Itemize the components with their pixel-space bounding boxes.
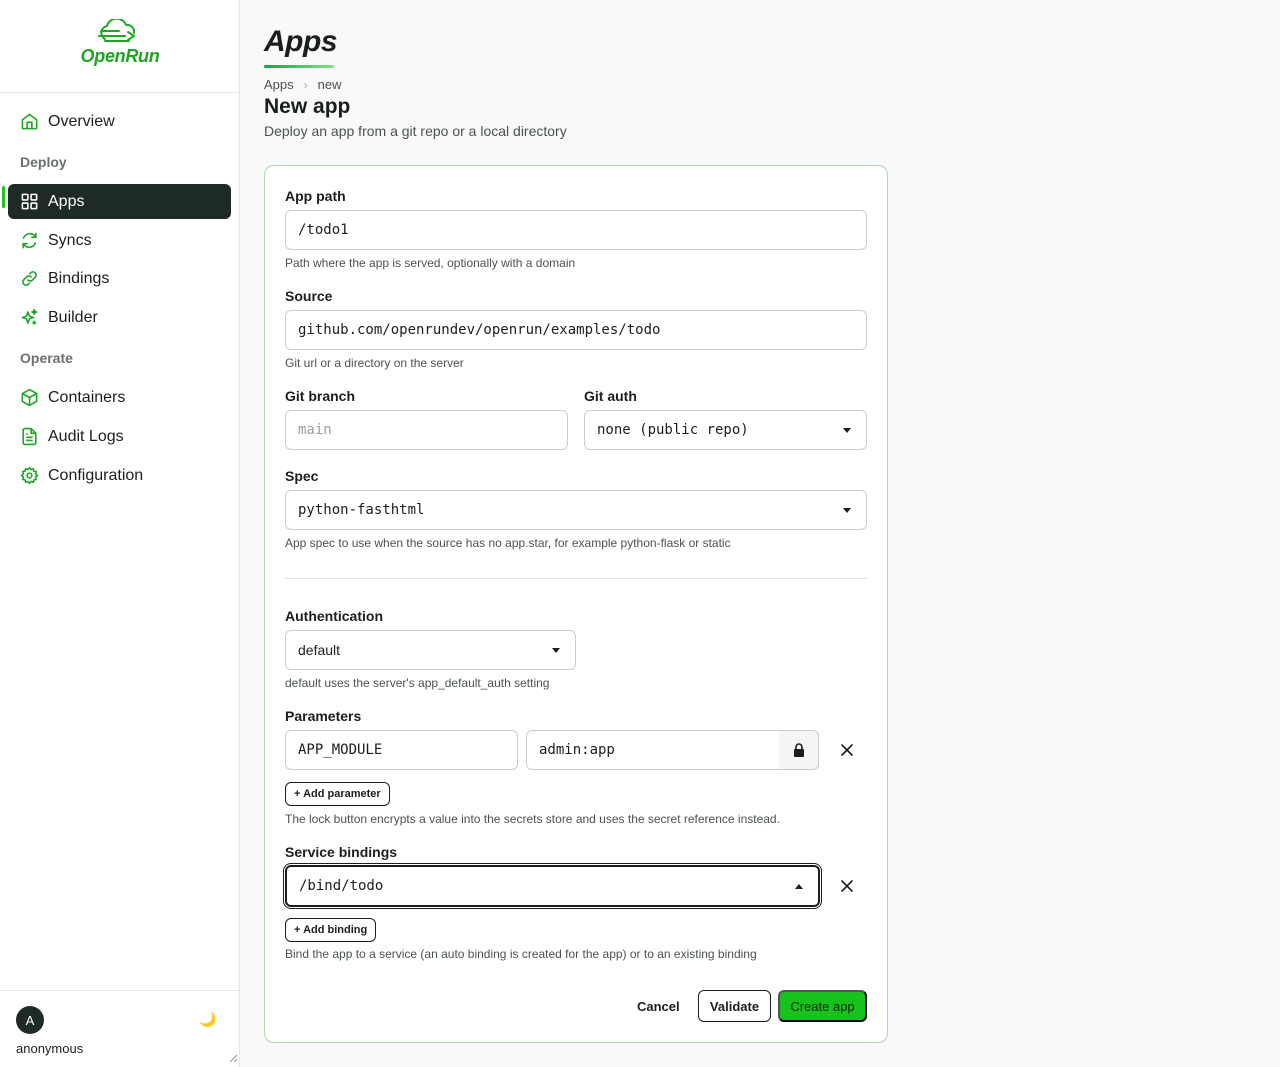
source-label: Source <box>285 288 333 304</box>
parameters-label: Parameters <box>285 708 362 724</box>
spec-hint: App spec to use when the source has no a… <box>285 536 731 550</box>
authentication-value: default <box>298 642 341 658</box>
source-input[interactable]: github.com/openrundev/openrun/examples/t… <box>285 310 867 350</box>
sidebar: OpenRun Overview Deploy Apps Syncs Bindi… <box>0 0 240 1067</box>
spec-select[interactable]: python-fasthtml <box>285 490 867 530</box>
validate-button[interactable]: Validate <box>698 990 771 1022</box>
spec-label: Spec <box>285 468 319 484</box>
caret-down-icon <box>552 648 560 653</box>
nav-item-apps[interactable]: Apps <box>8 184 231 219</box>
create-app-button[interactable]: Create app <box>778 990 867 1022</box>
caret-down-icon <box>843 428 851 433</box>
grid-icon <box>21 193 38 210</box>
resize-grip-icon[interactable] <box>228 1053 238 1063</box>
nav-label: Containers <box>48 388 126 406</box>
authentication-select[interactable]: default <box>285 630 576 670</box>
nav-label: Bindings <box>48 269 110 287</box>
gear-icon <box>20 466 39 485</box>
cancel-button[interactable]: Cancel <box>625 990 692 1022</box>
nav-section-deploy: Deploy <box>20 154 67 170</box>
service-binding-value: /bind/todo <box>299 878 384 894</box>
nav-item-containers[interactable]: Containers <box>8 380 231 415</box>
spec-value: python-fasthtml <box>298 502 425 518</box>
brand-name[interactable]: OpenRun <box>0 46 240 67</box>
nav-item-syncs[interactable]: Syncs <box>8 223 231 258</box>
username: anonymous <box>16 1041 84 1056</box>
user-panel: A anonymous 🌙 <box>0 990 240 1067</box>
caret-up-icon <box>795 884 803 889</box>
nav-section-operate: Operate <box>20 350 73 366</box>
title-underline <box>264 65 334 68</box>
close-icon <box>841 880 853 892</box>
avatar[interactable]: A <box>16 1006 44 1034</box>
breadcrumb-link-apps[interactable]: Apps <box>264 77 294 92</box>
home-icon <box>21 113 38 130</box>
service-binding-select[interactable]: /bind/todo <box>285 865 820 907</box>
lock-icon <box>793 743 804 757</box>
moon-icon[interactable]: 🌙 <box>199 1011 216 1028</box>
service-bindings-hint: Bind the app to a service (an auto bindi… <box>285 947 757 961</box>
authentication-hint: default uses the server's app_default_au… <box>285 676 550 690</box>
parameter-value-input[interactable]: admin:app <box>526 730 780 770</box>
parameters-hint: The lock button encrypts a value into th… <box>285 812 780 826</box>
nav-label: Configuration <box>48 466 144 484</box>
git-branch-label: Git branch <box>285 388 356 404</box>
file-text-icon <box>22 427 37 446</box>
refresh-icon <box>22 232 37 249</box>
cube-icon <box>21 388 38 407</box>
active-indicator <box>2 186 5 208</box>
parameter-key-input[interactable]: APP_MODULE <box>285 730 518 770</box>
page-title: Apps <box>264 25 338 58</box>
nav-label: Syncs <box>48 231 92 249</box>
app-path-label: App path <box>285 188 346 204</box>
divider <box>285 578 867 579</box>
caret-down-icon <box>843 508 851 513</box>
nav-label: Builder <box>48 308 98 326</box>
authentication-label: Authentication <box>285 608 383 624</box>
chevron-right-icon: › <box>303 77 308 92</box>
sparkles-icon <box>21 308 38 325</box>
git-auth-select[interactable]: none (public repo) <box>584 410 867 450</box>
nav-item-configuration[interactable]: Configuration <box>8 458 231 493</box>
nav-label: Audit Logs <box>48 427 124 445</box>
nav-item-audit-logs[interactable]: Audit Logs <box>8 419 231 454</box>
breadcrumb-current: new <box>317 77 342 92</box>
add-parameter-button[interactable]: + Add parameter <box>285 782 390 806</box>
git-branch-input[interactable]: main <box>285 410 568 450</box>
git-auth-value: none (public repo) <box>597 422 749 438</box>
link-icon <box>22 271 37 286</box>
openrun-logo-icon[interactable] <box>95 19 145 49</box>
git-auth-label: Git auth <box>584 388 637 404</box>
page-subheading: Deploy an app from a git repo or a local… <box>264 123 567 139</box>
remove-parameter-button[interactable] <box>836 739 858 761</box>
page-heading: New app <box>264 95 351 118</box>
remove-binding-button[interactable] <box>836 875 858 897</box>
service-bindings-label: Service bindings <box>285 844 398 860</box>
nav-label: Apps <box>48 192 85 210</box>
nav-item-bindings[interactable]: Bindings <box>8 261 231 296</box>
new-app-form: App path /todo1 Path where the app is se… <box>264 165 888 1043</box>
app-path-input[interactable]: /todo1 <box>285 210 867 250</box>
encrypt-lock-button[interactable] <box>779 730 819 770</box>
app-path-hint: Path where the app is served, optionally… <box>285 256 576 270</box>
add-binding-button[interactable]: + Add binding <box>285 918 377 942</box>
nav-item-overview[interactable]: Overview <box>8 104 231 139</box>
close-icon <box>841 744 853 756</box>
logo-area: OpenRun <box>0 0 239 93</box>
nav-item-builder[interactable]: Builder <box>8 300 231 335</box>
nav-label: Overview <box>48 112 115 130</box>
breadcrumb: Apps › new <box>264 77 342 92</box>
source-hint: Git url or a directory on the server <box>285 356 464 370</box>
